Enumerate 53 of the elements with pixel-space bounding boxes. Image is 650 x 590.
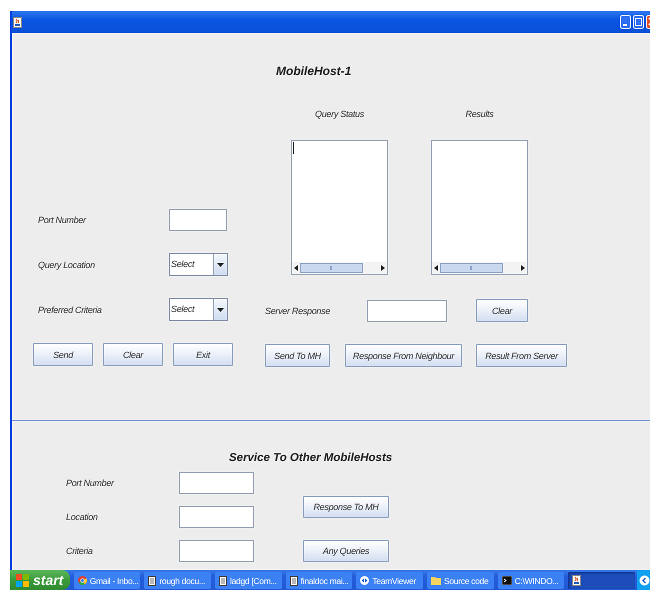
folder-icon [430,576,441,585]
taskbar-item[interactable]: finaldoc mai... [286,572,352,589]
taskbar-item[interactable] [568,572,635,589]
input-field[interactable] [179,540,254,562]
query-location-dropdown[interactable]: Select [169,253,228,276]
document-icon [148,576,156,586]
form-button[interactable]: Clear [103,343,163,366]
taskbar-item[interactable]: Gmail - Inbo... [74,572,140,589]
section-heading: Service To Other MobileHosts [229,452,392,464]
send-to-mh-button[interactable]: Send To MH [265,344,330,367]
windows-flag-icon [16,574,29,586]
field-label: Port Number [37,214,88,224]
clear-button[interactable]: Clear [476,299,528,322]
chevron-icon[interactable] [638,574,650,586]
field-label: Query Location [37,260,96,270]
port-number-field[interactable] [169,208,227,230]
service-button[interactable]: Response To MH [303,496,389,518]
service-button[interactable]: Any Queries [303,540,389,562]
column-label: Query Status [314,108,365,121]
field-label: Criteria [66,546,94,556]
minimize-icon[interactable] [620,15,631,29]
console-icon [502,576,512,585]
browser-icon [78,576,87,585]
start-button[interactable]: start [10,570,70,590]
document-icon [290,576,298,586]
app-icon [572,575,582,586]
form-button[interactable]: Exit [173,343,233,366]
document-icon [219,576,228,586]
server-response-field[interactable] [367,300,447,322]
field-label: Location [66,512,99,522]
input-field[interactable] [179,472,254,494]
response-from-neighbour-button[interactable]: Response From Neighbour [345,344,462,367]
taskbar-item[interactable]: TeamViewer [356,572,423,589]
preferred-criteria-dropdown[interactable]: Select [169,298,228,321]
field-label: Server Response [265,306,332,316]
taskbar-item[interactable]: C:\WINDO... [498,572,564,589]
scrollbar[interactable] [432,262,527,274]
field-label: Preferred Criteria [37,304,103,314]
taskbar-item[interactable]: ladgd [Com... [215,572,282,589]
query-status-area[interactable] [291,140,388,275]
form-button[interactable]: Send [33,343,93,366]
taskbar-item[interactable]: Source code [426,572,494,589]
field-label: Port Number [66,478,116,488]
input-field[interactable] [179,506,254,528]
window-heading: MobileHost-1 [276,64,352,78]
column-label: Results [464,108,494,121]
arrows-icon [360,576,370,585]
results-area[interactable] [431,140,528,275]
maximize-icon[interactable] [633,15,644,29]
result-from-server-button[interactable]: Result From Server [476,344,567,367]
taskbar-item[interactable]: rough docu... [144,572,212,589]
scrollbar[interactable] [292,262,387,274]
app-icon [13,16,22,28]
